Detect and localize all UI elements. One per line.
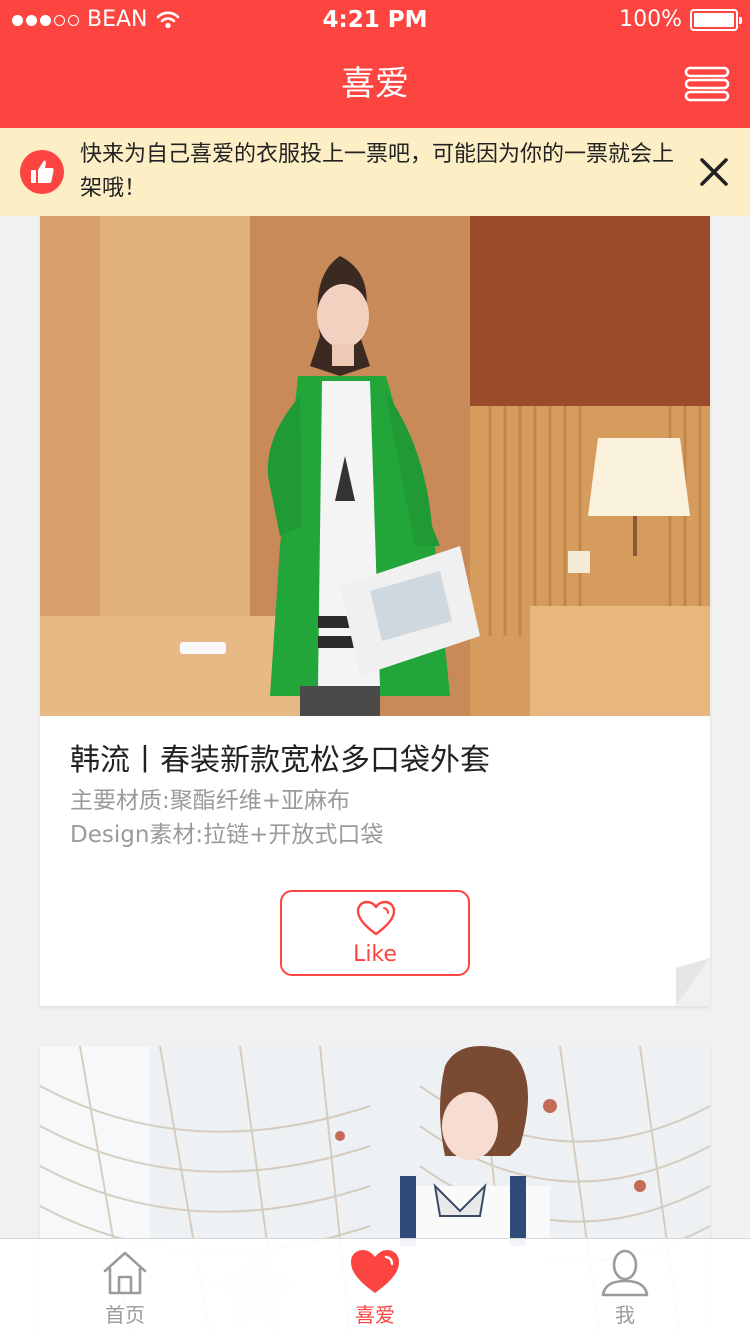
tab-label-like: 喜爱 (355, 1303, 395, 1327)
tab-like[interactable]: 喜爱 (315, 1239, 435, 1334)
thumbs-up-icon (20, 150, 64, 194)
heart-outline-icon (356, 900, 396, 936)
battery-label: 100% (619, 7, 682, 32)
notice-text: 快来为自己喜爱的衣服投上一票吧，可能因为你的一票就会上架哦！ (80, 142, 675, 201)
status-right: 100% (619, 0, 742, 40)
tab-label-me: 我 (615, 1303, 635, 1327)
page-curl-decoration (676, 958, 710, 1006)
card-title: 韩流丨春装新款宽松多口袋外套 (70, 743, 490, 778)
heart-icon (351, 1250, 399, 1293)
home-icon (103, 1251, 147, 1295)
product-photo (40, 216, 710, 716)
like-label: Like (353, 942, 397, 967)
like-button[interactable]: Like (280, 890, 470, 976)
tab-home[interactable]: 首页 (65, 1239, 185, 1334)
close-icon[interactable] (696, 154, 732, 190)
tab-label-home: 首页 (105, 1303, 145, 1327)
menu-icon[interactable] (684, 66, 730, 102)
status-bar: BEAN 4:21 PM 100% (0, 0, 750, 40)
battery-icon (690, 9, 742, 31)
user-icon (601, 1249, 649, 1297)
tab-bar: 首页 喜爱 我 (0, 1238, 750, 1334)
tab-me[interactable]: 我 (565, 1239, 685, 1334)
product-card[interactable]: 韩流丨春装新款宽松多口袋外套 主要材质:聚酯纤维+亚麻布 Design素材:拉链… (40, 216, 710, 1006)
page-title: 喜爱 (341, 64, 409, 104)
header: BEAN 4:21 PM 100% 喜爱 (0, 0, 750, 128)
vote-notice: 快来为自己喜爱的衣服投上一票吧，可能因为你的一票就会上架哦！ (0, 128, 750, 216)
card-material: 主要材质:聚酯纤维+亚麻布 (70, 788, 351, 814)
card-design: Design素材:拉链+开放式口袋 (70, 822, 384, 848)
